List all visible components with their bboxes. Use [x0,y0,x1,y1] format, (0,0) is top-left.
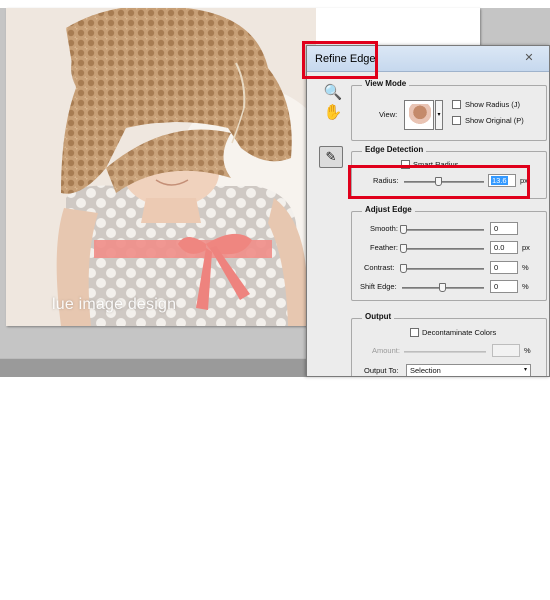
contrast-label: Contrast: [364,263,395,272]
amount-label: Amount: [372,346,400,355]
screenshot-stage: lue image design Refine Edge ✕ 🔍 ✋ ✎ Vie… [0,0,550,600]
show-radius-label: Show Radius (J) [465,100,521,109]
radius-slider-thumb[interactable] [435,177,442,186]
watermark-text: lue image design [52,296,177,313]
close-icon[interactable]: ✕ [514,51,544,66]
feather-slider-track[interactable] [402,248,484,250]
edge-detection-section: Edge Detection Smart Radius Radius: 13.6… [351,145,547,199]
feather-slider-thumb[interactable] [400,244,407,253]
smooth-slider-thumb[interactable] [400,225,407,234]
contrast-slider-thumb[interactable] [400,264,407,273]
smart-radius-label: Smart Radius [413,160,459,169]
view-label: View: [379,110,398,119]
amount-field [492,344,520,357]
chevron-down-icon[interactable]: ▾ [435,100,443,130]
output-to-value: Selection [410,366,441,375]
zoom-icon[interactable]: 🔍 [321,82,345,104]
radius-label: Radius: [373,176,399,185]
edge-detection-title: Edge Detection [362,145,427,154]
view-thumbnail-image [409,104,431,128]
feather-field[interactable]: 0.0 [490,241,518,254]
decontaminate-colors-checkbox[interactable] [410,328,419,337]
photo-illustration [6,8,316,326]
radius-field[interactable]: 13.6 [488,174,516,187]
dialog-titlebar: Refine Edge ✕ [307,46,549,72]
photo-girl-in-hat: lue image design [6,8,316,326]
adjust-edge-section: Adjust Edge Smooth: 0 Feather: 0.0 px Co… [351,205,547,301]
feather-label: Feather: [370,243,398,252]
output-section: Output Decontaminate Colors Amount: % Ou… [351,312,547,376]
chevron-down-icon: ▾ [523,367,527,373]
output-to-select[interactable]: Selection ▾ [406,364,531,376]
output-to-label: Output To: [364,366,399,375]
shift-edge-label: Shift Edge: [360,282,397,291]
dialog-title: Refine Edge [315,53,376,65]
contrast-slider-track[interactable] [402,268,484,270]
decontaminate-colors-label: Decontaminate Colors [422,328,497,337]
smart-radius-checkbox[interactable] [401,160,410,169]
feather-unit: px [522,243,530,252]
hand-icon[interactable]: ✋ [321,102,345,124]
show-radius-checkbox[interactable] [452,100,461,109]
show-original-checkbox[interactable] [452,116,461,125]
shift-edge-unit: % [522,282,529,291]
show-original-label: Show Original (P) [465,116,524,125]
smooth-field[interactable]: 0 [490,222,518,235]
shift-edge-slider-thumb[interactable] [439,283,446,292]
smooth-slider-track[interactable] [402,229,484,231]
view-mode-section: View Mode View: ▾ Show Radius (J) Show O… [351,79,547,141]
view-mode-thumbnail[interactable] [404,100,434,130]
amount-slider-track [404,351,486,353]
radius-unit: px [520,176,528,185]
refine-edge-dialog: Refine Edge ✕ 🔍 ✋ ✎ View Mode View: ▾ Sh… [306,45,550,377]
workspace-top-strip [0,0,550,8]
smooth-label: Smooth: [370,224,398,233]
radius-value-selected: 13.6 [491,176,508,185]
contrast-field[interactable]: 0 [490,261,518,274]
shift-edge-field[interactable]: 0 [490,280,518,293]
adjust-edge-title: Adjust Edge [362,205,415,214]
view-mode-title: View Mode [362,79,410,88]
radius-slider-track[interactable] [404,181,484,183]
output-title: Output [362,312,395,321]
contrast-unit: % [522,263,529,272]
amount-unit: % [524,346,531,355]
refine-radius-brush-icon[interactable]: ✎ [319,146,343,168]
